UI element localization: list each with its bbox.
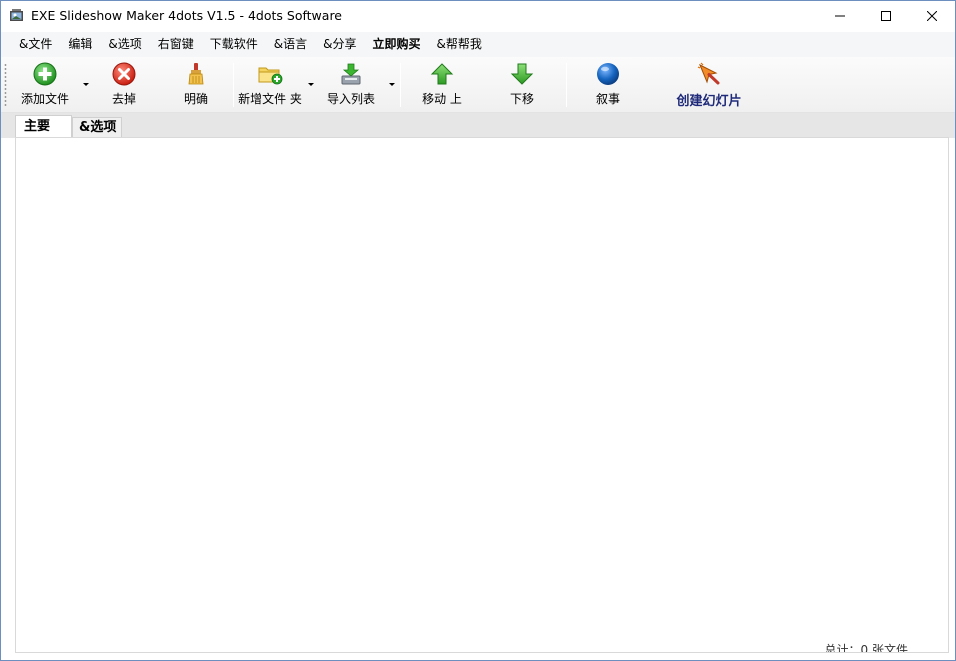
menu-file[interactable]: &文件 (11, 32, 60, 57)
create-slideshow-label: 创建幻灯片 (676, 94, 742, 109)
toolbar-separator (566, 63, 567, 107)
tab-strip: 主要 &选项 (1, 113, 955, 139)
remove-button[interactable]: 去掉 (101, 61, 147, 109)
import-list-dropdown-icon[interactable] (389, 83, 395, 86)
remove-red-x-icon (111, 61, 137, 87)
window-title: EXE Slideshow Maker 4dots V1.5 - 4dots S… (31, 8, 342, 23)
add-green-plus-icon (32, 61, 58, 87)
toolbar-separator (233, 63, 234, 107)
tab-main[interactable]: 主要 (15, 115, 72, 139)
add-files-label: 添加文件 (20, 92, 69, 106)
move-down-button[interactable]: 下移 (499, 61, 545, 109)
app-window: EXE Slideshow Maker 4dots V1.5 - 4dots S… (0, 0, 956, 661)
move-up-button[interactable]: 移动 上 (417, 61, 467, 109)
move-up-label: 移动 上 (422, 92, 462, 106)
minimize-icon (835, 15, 845, 17)
menu-share[interactable]: &分享 (315, 32, 364, 57)
close-button[interactable] (909, 1, 955, 31)
import-list-button[interactable]: 导入列表 (324, 61, 378, 109)
title-bar: EXE Slideshow Maker 4dots V1.5 - 4dots S… (1, 1, 955, 32)
create-slideshow-button[interactable]: 创建幻灯片 (667, 61, 751, 109)
add-folder-label: 新增文件 夹 (238, 92, 302, 106)
close-icon (927, 11, 937, 21)
add-folder-dropdown-icon[interactable] (308, 83, 314, 86)
maximize-icon (881, 11, 891, 21)
menu-language[interactable]: &语言 (266, 32, 315, 57)
clear-brush-icon (183, 61, 209, 87)
toolbar-grip[interactable] (4, 63, 7, 107)
add-files-dropdown-icon[interactable] (83, 83, 89, 86)
status-total-files: 总计：0 张文件 (824, 643, 908, 653)
toolbar-separator (400, 63, 401, 107)
file-list-area[interactable]: 总计：0 张文件 (15, 137, 949, 653)
add-folder-icon (257, 61, 283, 87)
tab-options[interactable]: &选项 (72, 117, 122, 138)
import-list-label: 导入列表 (326, 92, 375, 106)
add-files-button[interactable]: 添加文件 (17, 61, 73, 109)
menu-download-software[interactable]: 下载软件 (202, 32, 266, 57)
menu-edit[interactable]: 编辑 (60, 32, 100, 57)
menu-bar: &文件 编辑 &选项 右窗键 下载软件 &语言 &分享 立即购买 &帮帮我 (1, 32, 955, 57)
import-list-icon (338, 61, 364, 87)
clear-button[interactable]: 明确 (173, 61, 219, 109)
clear-label: 明确 (183, 92, 208, 106)
narrate-label: 叙事 (595, 92, 620, 106)
toolbar: 添加文件 去掉 明确 新增文件 夹 导入列表 移动 上 下移 叙事 创建幻灯片 (1, 57, 955, 113)
menu-right-click[interactable]: 右窗键 (150, 32, 202, 57)
remove-label: 去掉 (111, 92, 136, 106)
arrow-up-icon (429, 61, 455, 87)
narrate-button[interactable]: 叙事 (585, 61, 631, 109)
move-down-label: 下移 (509, 92, 534, 106)
create-slideshow-icon (696, 61, 722, 87)
minimize-button[interactable] (817, 1, 863, 31)
menu-options[interactable]: &选项 (100, 32, 149, 57)
menu-help[interactable]: &帮帮我 (429, 32, 490, 57)
maximize-button[interactable] (863, 1, 909, 31)
menu-buy-now[interactable]: 立即购买 (364, 32, 428, 57)
arrow-down-icon (509, 61, 535, 87)
slideshow-app-icon (9, 8, 25, 24)
add-folder-button[interactable]: 新增文件 夹 (237, 61, 303, 109)
blue-sphere-icon (595, 61, 621, 87)
